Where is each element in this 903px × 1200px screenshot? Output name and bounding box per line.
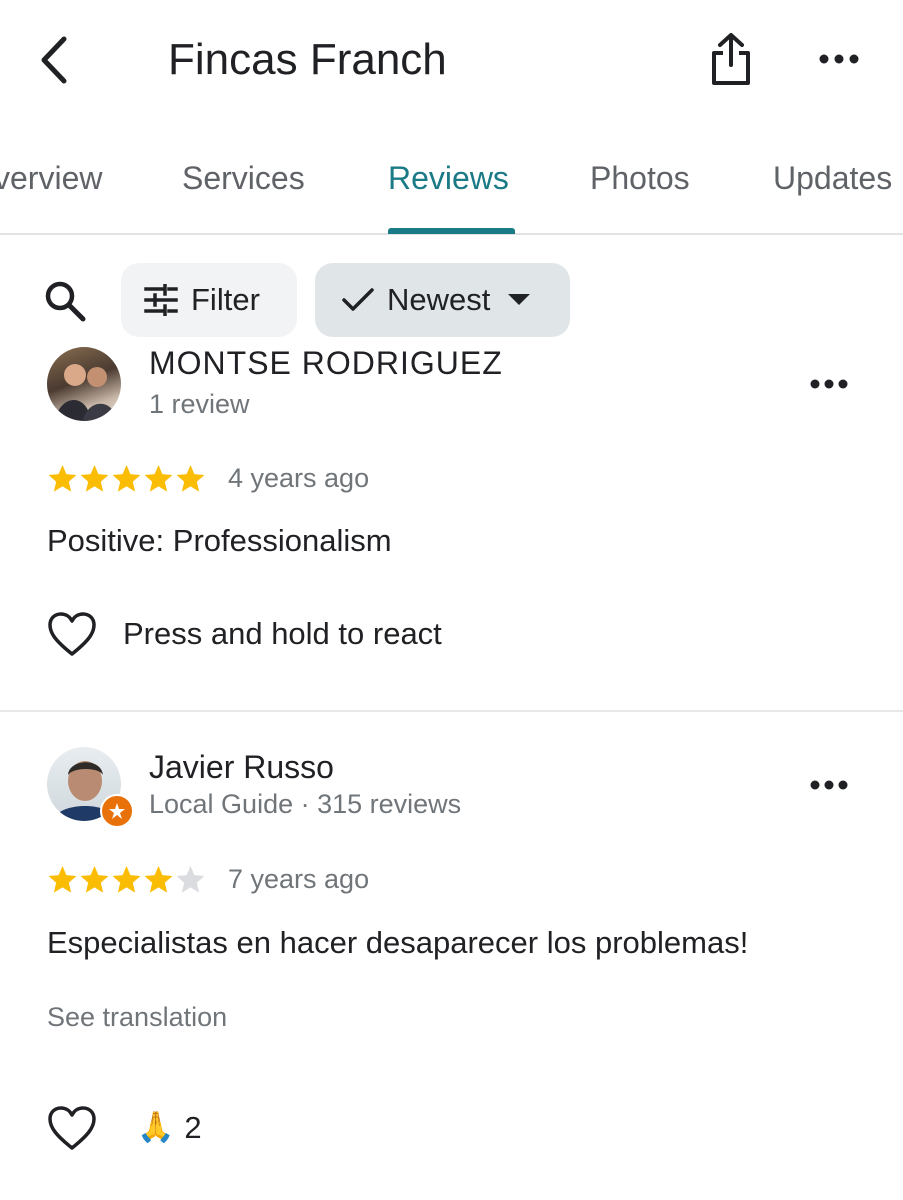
review-author[interactable]: MONTSE RODRIGUEZ <box>149 345 503 382</box>
back-button[interactable] <box>28 30 78 90</box>
share-button[interactable] <box>700 28 762 90</box>
positive-value: Professionalism <box>164 523 392 558</box>
sort-label: Newest <box>387 282 491 317</box>
tune-icon <box>144 284 178 316</box>
review-more-button[interactable] <box>806 369 852 399</box>
folded-hands-icon: 🙏 <box>137 1111 175 1144</box>
more-horizontal-icon <box>810 780 848 790</box>
reaction-summary[interactable]: 🙏 2 <box>137 1108 202 1148</box>
avatar[interactable] <box>47 347 121 421</box>
star-filled-icon <box>80 464 109 492</box>
star-filled-icon <box>144 865 173 893</box>
see-translation-link[interactable]: See translation <box>47 1002 227 1033</box>
star-filled-icon <box>176 464 205 492</box>
react-button[interactable] <box>47 1105 97 1156</box>
react-button[interactable]: Press and hold to react <box>47 611 442 657</box>
local-guide-badge <box>100 794 134 828</box>
star-empty-icon <box>176 865 205 893</box>
star-filled-icon <box>112 464 141 492</box>
page-title: Fincas Franch <box>168 35 447 84</box>
review-time: 7 years ago <box>228 864 370 894</box>
react-label: Press and hold to react <box>123 616 442 651</box>
reaction-count: 2 <box>184 1110 202 1145</box>
heart-icon <box>48 1106 96 1150</box>
filter-chip[interactable]: Filter <box>121 263 297 337</box>
more-horizontal-icon <box>819 54 859 64</box>
search-reviews-button[interactable] <box>38 274 92 328</box>
review-divider <box>0 710 903 712</box>
review-more-button[interactable] <box>806 770 852 800</box>
chevron-left-icon <box>41 36 67 84</box>
star-rating <box>47 463 206 494</box>
tab-overview[interactable]: verview <box>0 155 102 201</box>
search-icon <box>45 281 86 322</box>
more-horizontal-icon <box>810 379 848 389</box>
review-card: MONTSE RODRIGUEZ 1 review 4 years ago Po… <box>0 337 903 711</box>
tab-services[interactable]: Services <box>182 155 305 201</box>
tab-reviews[interactable]: Reviews <box>388 155 509 201</box>
sort-newest-chip[interactable]: Newest <box>315 263 570 337</box>
tab-updates[interactable]: Updates <box>773 155 892 201</box>
checkmark-icon <box>342 288 374 311</box>
avatar-photo-icon <box>55 364 117 421</box>
star-rating <box>47 864 206 895</box>
star-filled-icon <box>48 464 77 492</box>
review-author[interactable]: Javier Russo <box>149 749 334 786</box>
tab-photos[interactable]: Photos <box>590 155 690 201</box>
review-text: Especialistas en hacer desaparecer los p… <box>47 925 749 960</box>
active-tab-indicator <box>388 228 515 234</box>
filter-label: Filter <box>191 282 260 317</box>
heart-icon <box>48 612 96 656</box>
caret-down-icon <box>508 294 531 305</box>
review-time: 4 years ago <box>228 463 370 493</box>
positive-label: Positive: <box>47 523 165 558</box>
star-filled-icon <box>48 865 77 893</box>
more-options-button[interactable] <box>808 38 870 80</box>
star-filled-icon <box>80 865 109 893</box>
star-filled-icon <box>112 865 141 893</box>
share-icon <box>712 33 750 85</box>
star-filled-icon <box>144 464 173 492</box>
review-author-meta: Local Guide · 315 reviews <box>149 789 462 819</box>
local-guide-star-icon <box>109 803 125 819</box>
review-author-meta: 1 review <box>149 389 250 419</box>
review-positive: Positive: Professionalism <box>47 523 392 559</box>
